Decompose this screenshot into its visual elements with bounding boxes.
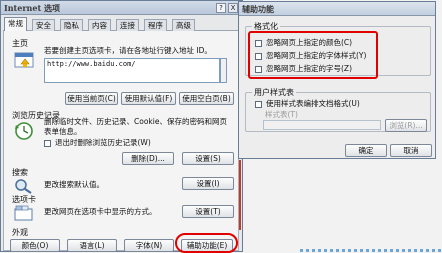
browse-button[interactable]: 浏览(R)... [385, 119, 427, 132]
tabs-heading: 选项卡 [12, 194, 36, 205]
use-blank-button[interactable]: 使用空白页(B) [179, 92, 234, 105]
home-description: 若要创建主页选项卡，请在各地址行键入地址 ID。 [44, 46, 234, 56]
search-heading: 搜索 [12, 167, 28, 178]
main-title-bar: Internet 选项 ? X [1, 1, 242, 15]
accessibility-dialog: 辅助功能 格式化 忽略网页上指定的颜色(C) 忽略网页上指定的字体样式(Y) 忽… [238, 1, 436, 159]
tab-programs[interactable]: 程序 [144, 19, 167, 31]
delete-history-button[interactable]: 删除(D)... [122, 152, 174, 165]
home-url-value: http://www.baidu.com/ [47, 60, 136, 68]
tab-general[interactable]: 常规 [4, 17, 27, 32]
fonts-button[interactable]: 字体(N) [124, 239, 174, 252]
home-page-icon [14, 50, 36, 72]
accessibility-button-highlight [175, 233, 238, 253]
stylesheet-label: 样式表(T) [265, 110, 298, 120]
close-button[interactable]: X [228, 3, 238, 13]
languages-button[interactable]: 语言(L) [67, 239, 117, 252]
history-settings-button[interactable]: 设置(S) [182, 152, 234, 165]
general-tab-panel: 主页 若要创建主页选项卡，请在各地址行键入地址 ID。 http://www.b… [3, 31, 239, 251]
tab-connections[interactable]: 连接 [116, 19, 139, 31]
delete-on-exit-label: 退出时删除浏览历史记录(W) [55, 138, 151, 148]
tab-privacy[interactable]: 隐私 [60, 19, 83, 31]
cancel-button[interactable]: 取消 [390, 144, 432, 157]
search-description: 更改搜索默认值。 [44, 180, 104, 190]
home-url-field[interactable]: http://www.baidu.com/ [44, 58, 220, 83]
colors-button[interactable]: 颜色(O) [10, 239, 60, 252]
use-current-button[interactable]: 使用当前页(C) [65, 92, 118, 105]
home-heading: 主页 [12, 38, 28, 49]
ok-button[interactable]: 确定 [345, 144, 387, 157]
search-settings-button[interactable]: 设置(I) [182, 177, 234, 190]
assist-title-bar: 辅助功能 [239, 2, 435, 16]
home-url-scrollbar[interactable] [220, 58, 227, 83]
assist-title: 辅助功能 [242, 4, 274, 15]
tab-content[interactable]: 内容 [88, 19, 111, 31]
tab-security[interactable]: 安全 [32, 19, 55, 31]
format-options-highlight [248, 31, 378, 79]
tabs-settings-button[interactable]: 设置(T) [182, 205, 234, 218]
history-description: 删除临时文件、历史记录、Cookie、保存的密码和网页表单信息。 [44, 117, 234, 137]
main-window-title: Internet 选项 [4, 3, 60, 14]
use-stylesheet-label: 使用样式表编排文档格式(U) [266, 99, 360, 109]
internet-options-window: Internet 选项 ? X 常规 安全 隐私 内容 连接 程序 高级 主页 … [0, 0, 243, 252]
use-default-button[interactable]: 使用默认值(F) [121, 92, 176, 105]
tab-strip: 常规 安全 隐私 内容 连接 程序 高级 [3, 17, 243, 31]
tab-advanced[interactable]: 高级 [172, 19, 195, 31]
stylesheet-path-field[interactable] [263, 120, 381, 130]
connector-line [239, 160, 241, 230]
appearance-heading: 外观 [12, 227, 28, 238]
delete-on-exit-checkbox[interactable] [44, 140, 51, 147]
history-icon [14, 121, 36, 143]
use-stylesheet-checkbox[interactable] [255, 101, 262, 108]
tabs-icon [14, 205, 34, 223]
stylesheet-group-title: 用户样式表 [252, 87, 296, 98]
help-button[interactable]: ? [216, 3, 226, 13]
tabs-description: 更改网页在选项卡中显示的方式。 [44, 207, 157, 217]
